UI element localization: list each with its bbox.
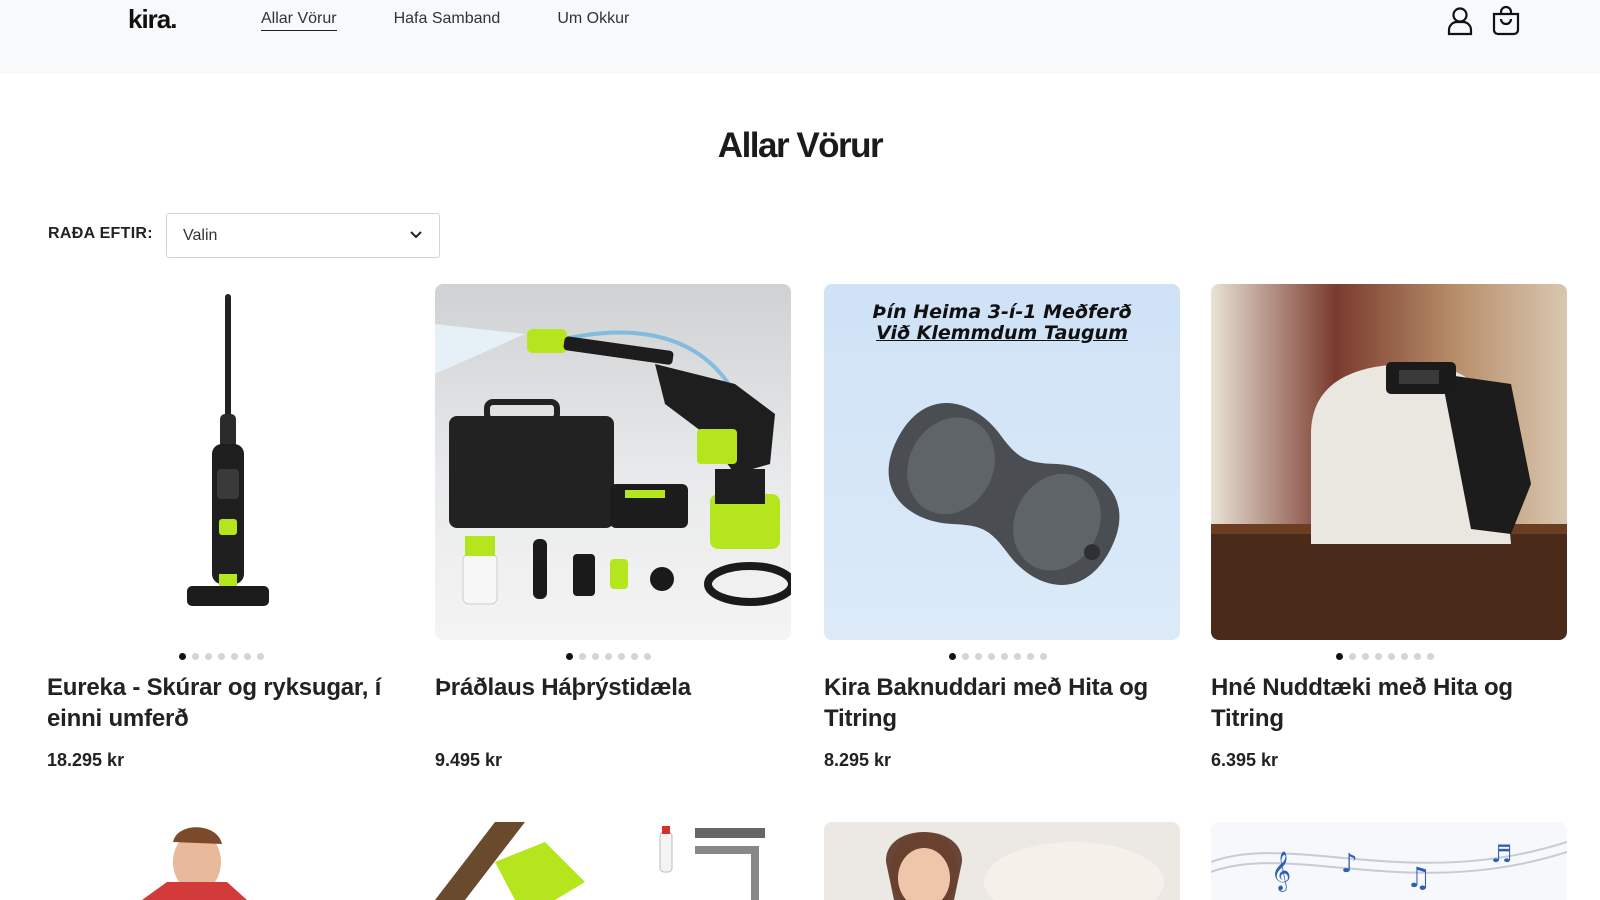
product-card[interactable] xyxy=(1211,284,1567,640)
nav-about[interactable]: Um Okkur xyxy=(557,10,629,30)
product-image-fitness[interactable] xyxy=(47,822,403,900)
sort-label: RAÐA EFTIR: xyxy=(48,225,153,242)
product-price: 9.495 kr xyxy=(435,750,503,770)
account-icon[interactable] xyxy=(1444,4,1476,38)
svg-text:♬: ♬ xyxy=(1491,840,1513,868)
svg-text:𝄞: 𝄞 xyxy=(1271,851,1291,892)
svg-text:♫: ♫ xyxy=(1406,861,1431,894)
product-image-pruning-shears[interactable] xyxy=(435,822,791,900)
chevron-down-icon xyxy=(409,227,423,245)
site-header: kira. Allar Vörur Hafa Samband Um Okkur xyxy=(0,0,1600,74)
product-title[interactable]: Hné Nuddtæki með Hita og Titring xyxy=(1211,672,1581,734)
product-card[interactable] xyxy=(47,284,403,640)
cart-icon[interactable] xyxy=(1490,4,1522,38)
product-image-knee-massager[interactable] xyxy=(1211,284,1567,640)
product-price: 6.395 kr xyxy=(1211,750,1279,770)
sort-value: Valin xyxy=(183,226,218,244)
product-card[interactable]: Þín Heima 3-í-1 Meðferð Við Klemmdum Tau… xyxy=(824,284,1180,640)
nav-all-products[interactable]: Allar Vörur xyxy=(261,10,337,31)
product-image-pillow[interactable] xyxy=(824,822,1180,900)
product-card[interactable] xyxy=(435,284,791,640)
product-price: 18.295 kr xyxy=(47,750,125,770)
product-image-back-massager[interactable]: Þín Heima 3-í-1 Meðferð Við Klemmdum Tau… xyxy=(824,284,1180,640)
main-nav: Allar Vörur Hafa Samband Um Okkur xyxy=(261,0,629,40)
image-carousel-dots[interactable] xyxy=(1336,653,1434,660)
sort-select[interactable]: Valin xyxy=(166,213,440,258)
product-title[interactable]: Þráðlaus Háþrýstidæla xyxy=(435,672,805,703)
product-price: 8.295 kr xyxy=(824,750,892,770)
product-title[interactable]: Kira Baknuddari með Hita og Titring xyxy=(824,672,1194,734)
logo[interactable]: kira. xyxy=(128,4,177,35)
product-image-music[interactable]: 𝄞 ♪ ♫ ♬ xyxy=(1211,822,1567,900)
image-carousel-dots[interactable] xyxy=(179,653,264,660)
product-title[interactable]: Eureka - Skúrar og ryksugar, í einni umf… xyxy=(47,672,417,734)
image-carousel-dots[interactable] xyxy=(949,653,1047,660)
svg-text:♪: ♪ xyxy=(1341,849,1358,879)
product-image-pressure-washer[interactable] xyxy=(435,284,791,640)
header-actions xyxy=(1444,4,1522,38)
page-title: Allar Vörur xyxy=(717,126,884,165)
nav-contact[interactable]: Hafa Samband xyxy=(394,10,501,30)
image-carousel-dots[interactable] xyxy=(566,653,651,660)
product-image-vacuum[interactable] xyxy=(47,284,403,640)
